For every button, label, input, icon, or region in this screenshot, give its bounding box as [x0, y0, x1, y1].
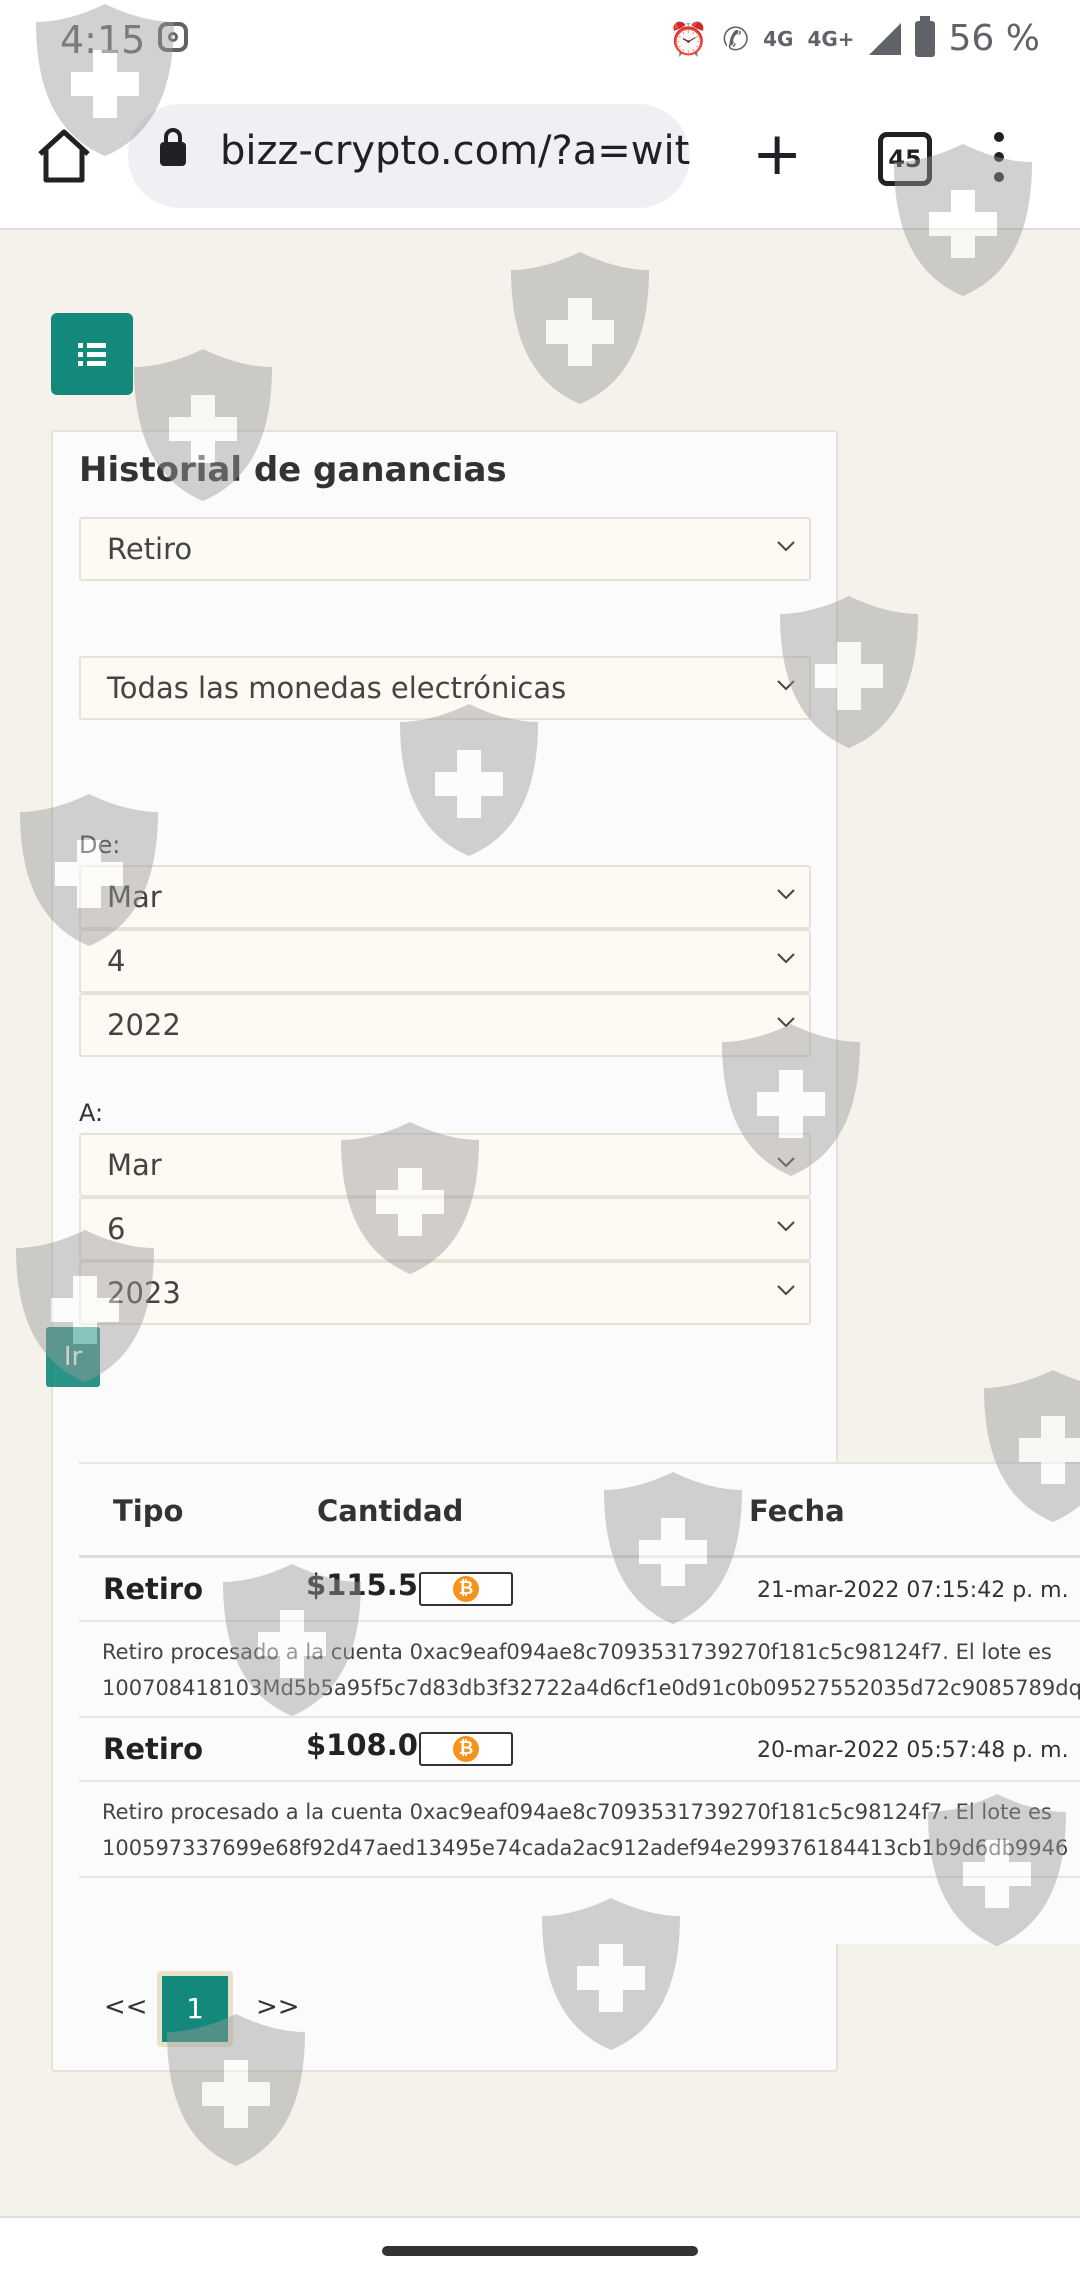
instagram-icon [158, 22, 188, 52]
to-month-value: Mar [107, 1148, 162, 1182]
chevron-down-icon [777, 1221, 795, 1232]
row-description: Retiro procesado a la cuenta 0xac9eaf094… [79, 1622, 1080, 1718]
address-bar[interactable]: bizz-crypto.com/?a=with [128, 104, 690, 208]
from-day-select[interactable]: 4 [79, 929, 811, 993]
page-title: Historial de ganancias [79, 450, 507, 490]
from-month-select[interactable]: Mar [79, 865, 811, 929]
to-label: A: [79, 1099, 104, 1127]
to-day-value: 6 [107, 1212, 126, 1246]
pagination-current-label: 1 [162, 1976, 228, 2042]
home-indicator[interactable] [382, 2246, 698, 2256]
chevron-down-icon [777, 889, 795, 900]
currency-select-value: Todas las monedas electrónicas [107, 671, 567, 705]
header-amount: Cantidad [317, 1494, 464, 1528]
to-year-select[interactable]: 2023 [79, 1261, 811, 1325]
coin-badge: ₿ [419, 1572, 513, 1606]
row-type: Retiro [103, 1572, 204, 1606]
row-description-line2: 100597337699e68f92d47aed13495e74cada2ac9… [102, 1836, 1069, 1860]
signal-icon [868, 22, 901, 55]
network-4g-label: 4G [763, 26, 794, 51]
lock-icon [160, 128, 186, 166]
from-day-value: 4 [107, 944, 126, 978]
chevron-down-icon [777, 1017, 795, 1028]
to-year-value: 2023 [107, 1276, 181, 1310]
row-date: 20-mar-2022 05:57:48 p. m. [757, 1738, 1069, 1763]
row-description: Retiro procesado a la cuenta 0xac9eaf094… [79, 1782, 1080, 1878]
chevron-down-icon [777, 1157, 795, 1168]
battery-percent: 56 % [948, 18, 1040, 59]
currency-select[interactable]: Todas las monedas electrónicas [79, 656, 811, 720]
menu-dots-icon[interactable] [994, 132, 1004, 192]
to-day-select[interactable]: 6 [79, 1197, 811, 1261]
battery-icon [914, 15, 935, 57]
browser-toolbar: bizz-crypto.com/?a=with + 45 [0, 82, 1080, 230]
row-type: Retiro [103, 1732, 204, 1766]
status-icons: ⏰ ✆ 4G 4G+ 56 % [668, 15, 1040, 59]
row-description-line1: Retiro procesado a la cuenta 0xac9eaf094… [102, 1640, 1052, 1664]
pagination-next[interactable]: >> [256, 1992, 300, 2022]
row-description-line1: Retiro procesado a la cuenta 0xac9eaf094… [102, 1800, 1052, 1824]
pagination-current[interactable]: 1 [157, 1971, 233, 2047]
table-row: Retiro $115.55 ₿ 21-mar-2022 07:15:42 p.… [79, 1558, 1080, 1622]
tab-switcher-button[interactable]: 45 [878, 132, 932, 186]
header-type: Tipo [113, 1494, 184, 1528]
sidebar-toggle-button[interactable] [51, 313, 133, 395]
row-date: 21-mar-2022 07:15:42 p. m. [757, 1578, 1069, 1603]
go-button[interactable]: Ir [46, 1327, 100, 1387]
bitcoin-icon: ₿ [453, 1576, 479, 1602]
header-date: Fecha [749, 1494, 845, 1528]
from-year-value: 2022 [107, 1008, 181, 1042]
chevron-down-icon [777, 953, 795, 964]
status-bar: 4:15 ⏰ ✆ 4G 4G+ 56 % [0, 0, 1080, 82]
from-label: De: [79, 831, 121, 859]
plus-icon[interactable]: + [752, 124, 802, 184]
type-select[interactable]: Retiro [79, 517, 811, 581]
from-year-select[interactable]: 2022 [79, 993, 811, 1057]
bitcoin-icon: ₿ [453, 1736, 479, 1762]
from-month-value: Mar [107, 880, 162, 914]
table-header: Tipo Cantidad Fecha [79, 1462, 1080, 1558]
row-description-line2: 100708418103Md5b5a95f5c7d83db3f32722a4d6… [102, 1676, 1080, 1700]
shield-watermark-icon [511, 252, 649, 404]
chevron-down-icon [777, 1285, 795, 1296]
earnings-table: Tipo Cantidad Fecha Retiro $115.55 ₿ 21-… [79, 1462, 1080, 1944]
navigation-bar [0, 2216, 1080, 2282]
url-text: bizz-crypto.com/?a=with [220, 128, 690, 174]
pagination-prev[interactable]: << [104, 1992, 148, 2022]
home-icon[interactable] [34, 126, 94, 186]
to-month-select[interactable]: Mar [79, 1133, 811, 1197]
coin-badge: ₿ [419, 1732, 513, 1766]
network-4g-plus-label: 4G+ [807, 26, 855, 51]
status-time: 4:15 [60, 18, 146, 62]
type-select-value: Retiro [107, 532, 193, 566]
chevron-down-icon [777, 541, 795, 552]
table-row: Retiro $108.00 ₿ 20-mar-2022 05:57:48 p.… [79, 1718, 1080, 1782]
phone-icon: ✆ [722, 19, 750, 58]
alarm-icon: ⏰ [668, 19, 709, 58]
chevron-down-icon [777, 680, 795, 691]
